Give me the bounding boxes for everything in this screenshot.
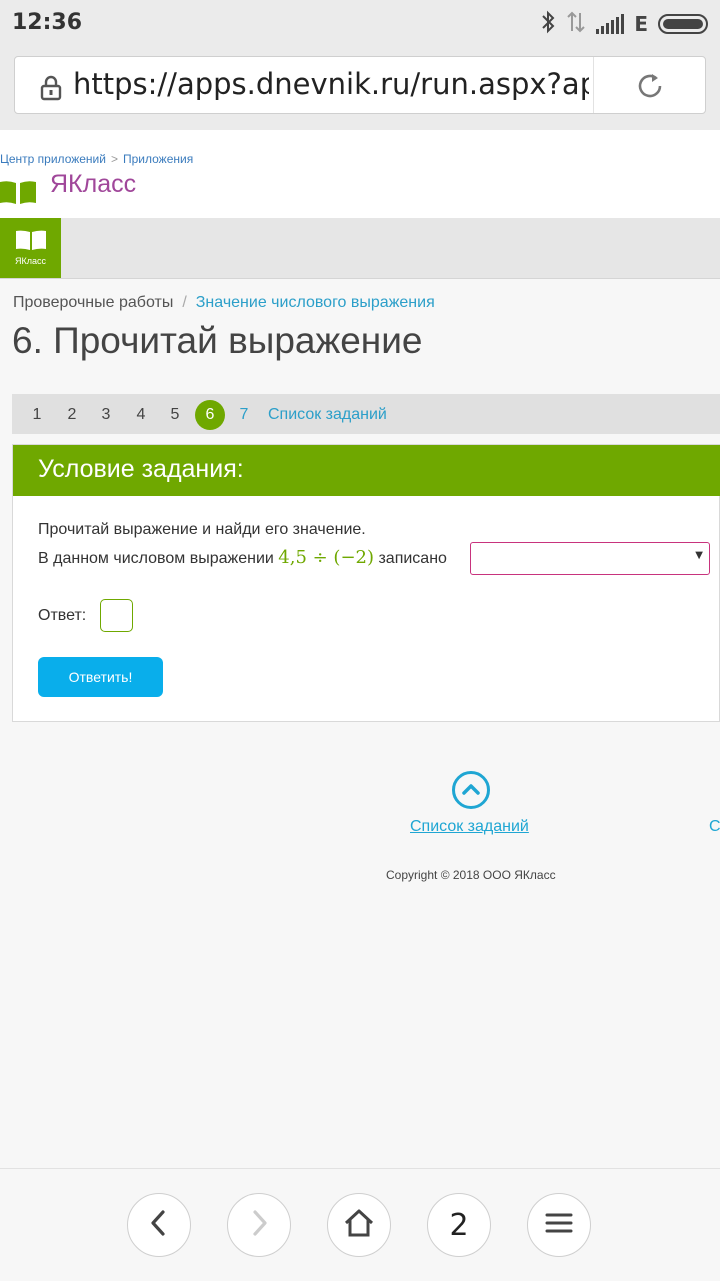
reload-icon[interactable]	[635, 71, 665, 105]
task-sentence: В данном числовом выражении 4,5 ÷ (−2) з…	[38, 547, 447, 568]
dropdown-arrow-icon: ▼	[695, 550, 703, 561]
footer-task-list-link[interactable]: Список заданий	[410, 818, 529, 836]
forward-button[interactable]	[227, 1193, 291, 1257]
top-breadcrumb: Центр приложений > Приложения	[0, 152, 193, 166]
home-button[interactable]	[327, 1193, 391, 1257]
open-book-icon	[15, 230, 47, 254]
nav-logo-tile[interactable]: ЯКласс	[0, 218, 61, 278]
address-bar[interactable]: https://apps.dnevnik.ru/run.aspx?app	[14, 56, 706, 114]
page-4[interactable]: 4	[126, 400, 156, 430]
page-5[interactable]: 5	[160, 400, 190, 430]
home-icon	[343, 1208, 375, 1242]
chevron-up-icon	[455, 784, 487, 810]
page-6-active[interactable]: 6	[195, 400, 225, 430]
chevron-left-icon	[147, 1209, 171, 1241]
footer-next-link[interactable]: С	[709, 818, 720, 836]
crumb-separator: >	[110, 152, 118, 166]
browser-toolbar: https://apps.dnevnik.ru/run.aspx?app	[0, 48, 720, 130]
status-bar: 12:36 E	[0, 0, 720, 48]
data-arrows-icon	[566, 10, 586, 39]
crumb-app-center[interactable]: Центр приложений	[0, 152, 106, 166]
task-heading: Условие задания:	[38, 455, 244, 483]
breadcrumb-tests[interactable]: Проверочные работы	[13, 294, 173, 311]
page-7[interactable]: 7	[229, 400, 259, 430]
page-1[interactable]: 1	[22, 400, 52, 430]
site-header: Центр приложений > Приложения ЯКласс	[0, 130, 720, 218]
lock-icon	[39, 75, 63, 105]
chevron-right-icon	[247, 1209, 271, 1241]
scroll-up-button[interactable]	[452, 771, 490, 809]
breadcrumb: Проверочные работы / Значение числового вы…	[13, 294, 435, 312]
url-text[interactable]: https://apps.dnevnik.ru/run.aspx?app	[73, 67, 589, 101]
tabs-button[interactable]: 2	[427, 1193, 491, 1257]
answer-type-select[interactable]: ▼	[470, 542, 710, 575]
tab-count: 2	[449, 1207, 469, 1243]
sentence-prefix: В данном числовом выражении	[38, 550, 274, 567]
status-icons: E	[540, 10, 708, 38]
task-card: Условие задания: Прочитай выражение и на…	[12, 444, 720, 722]
status-time: 12:36	[12, 10, 83, 35]
submit-button[interactable]: Ответить!	[38, 657, 163, 697]
browser-bottom-nav: 2	[0, 1168, 720, 1281]
url-divider	[593, 57, 594, 113]
page-2[interactable]: 2	[57, 400, 87, 430]
answer-label: Ответ:	[38, 607, 87, 624]
crumb-apps[interactable]: Приложения	[123, 152, 193, 166]
book-logo-icon[interactable]	[0, 180, 36, 208]
task-pager: 1 2 3 4 5 6 7 Список заданий	[12, 394, 720, 434]
copyright: Copyright © 2018 ООО ЯКласс	[386, 868, 556, 882]
back-button[interactable]	[127, 1193, 191, 1257]
menu-button[interactable]	[527, 1193, 591, 1257]
signal-icon	[596, 14, 625, 34]
bluetooth-icon	[540, 10, 556, 39]
nav-logo-label: ЯКласс	[15, 256, 46, 266]
breadcrumb-separator: /	[182, 294, 187, 311]
brand-name[interactable]: ЯКласс	[50, 170, 136, 199]
task-list-link[interactable]: Список заданий	[268, 400, 387, 430]
task-header: Условие задания:	[13, 445, 720, 496]
app-nav: ЯКласс	[0, 218, 720, 279]
answer-input[interactable]	[100, 599, 133, 632]
breadcrumb-topic[interactable]: Значение числового выражения	[196, 294, 435, 311]
network-type: E	[634, 12, 648, 36]
battery-icon	[658, 14, 708, 34]
page-title: 6. Прочитай выражение	[12, 320, 423, 361]
sentence-suffix: записано	[378, 550, 447, 567]
task-instruction: Прочитай выражение и найди его значение.	[38, 521, 366, 538]
math-expression: 4,5 ÷ (−2)	[278, 547, 375, 568]
hamburger-menu-icon	[545, 1212, 573, 1238]
page-3[interactable]: 3	[91, 400, 121, 430]
